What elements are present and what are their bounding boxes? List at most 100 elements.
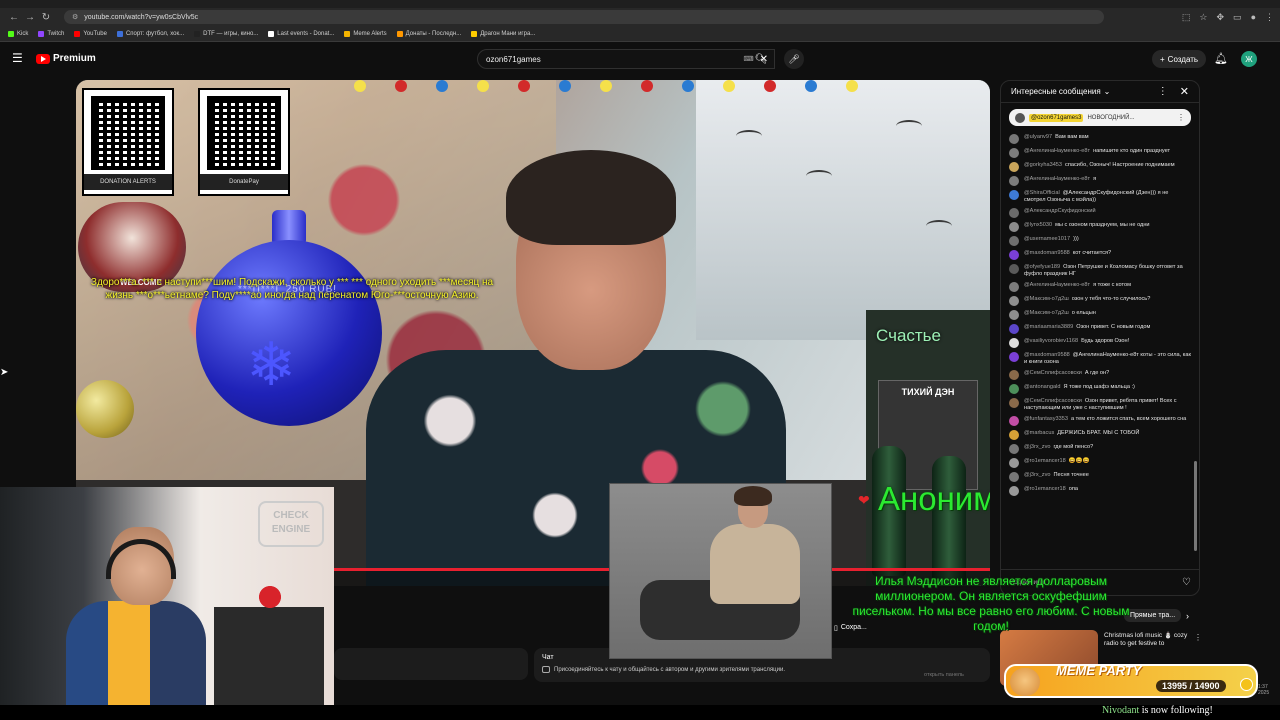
chat-message[interactable]: @gorkyha3453 спасибо, Озоныч! Настроение …	[1009, 162, 1191, 172]
chat-author[interactable]: @funfantasy3353	[1024, 416, 1068, 422]
chat-author[interactable]: @ofyefyue189	[1024, 264, 1060, 270]
chat-author[interactable]: @mariaamaria3889	[1024, 324, 1073, 330]
bottle	[932, 456, 966, 586]
chat-author[interactable]: @usernamee1017	[1024, 236, 1070, 242]
heart-react-icon[interactable]: ♡	[1182, 577, 1191, 588]
chat-message[interactable]: @mariaamaria3889 Озон привет. С новым год…	[1009, 324, 1191, 334]
bookmark-item[interactable]: Драгон Мани игра...	[471, 30, 535, 37]
chat-author[interactable]: @СемСплифсасовски	[1024, 370, 1082, 376]
chat-author[interactable]: @j3rx_zvo	[1024, 472, 1051, 478]
back-icon[interactable]: ←	[6, 9, 22, 25]
chat-author[interactable]: @gorkyha3453	[1024, 162, 1062, 168]
chat-message[interactable]: @vasiliyvorobiev1168 Будь здоров Озон!	[1009, 338, 1191, 348]
chat-message[interactable]: @j3rx_zvo Песня точнее	[1009, 472, 1191, 482]
chat-card-note: Присоединяйтесь к чату и общайтесь с авт…	[542, 666, 982, 673]
more-icon[interactable]: ⋮	[1194, 633, 1202, 642]
chat-author[interactable]: @АнгелинаНауменко-е8т	[1024, 176, 1090, 182]
youtube-logo[interactable]: Premium	[36, 53, 96, 64]
bookmark-item[interactable]: Last events - Donat...	[268, 30, 334, 37]
description-card[interactable]	[334, 648, 528, 680]
chat-author[interactable]: @Максим-о7д2ш	[1024, 296, 1069, 302]
chat-message[interactable]: @СемСплифсасовски Озон привет, ребята при…	[1009, 398, 1191, 412]
garland-ball	[354, 80, 366, 92]
more-icon[interactable]: ⋮	[1177, 113, 1185, 122]
sidebar-icon[interactable]: ▭	[1233, 12, 1242, 23]
chat-message[interactable]: @lynx5030 мы с озоном празднуем, мы не од…	[1009, 222, 1191, 232]
forward-icon[interactable]: →	[22, 9, 38, 25]
avatar	[1015, 112, 1025, 123]
chat-message[interactable]: @marbacus ДЕРЖИСЬ БРАТ. МЫ С ТОБОЙ	[1009, 430, 1191, 440]
chat-author[interactable]: @АлександрСкуфидонский	[1024, 208, 1096, 214]
chat-message[interactable]: @Максим-о7д2ш озон у тебя что-то случилос…	[1009, 296, 1191, 306]
chat-message[interactable]: @АнгелинаНауменко-е8т я	[1009, 176, 1191, 186]
chat-message[interactable]: @maxdoman9588 @АнгелинаНауменко-е8т коты …	[1009, 352, 1191, 366]
extensions-icon[interactable]: ✥	[1217, 12, 1225, 23]
star-icon[interactable]: ☆	[1199, 12, 1207, 23]
chat-message[interactable]: @Максим-о7д2ш о ельцын	[1009, 310, 1191, 320]
search-button[interactable]: 🔍︎	[746, 49, 776, 69]
bookmark-item[interactable]: Twitch	[38, 30, 64, 37]
chevron-down-icon[interactable]: ⌄	[1104, 87, 1111, 96]
chat-author[interactable]: @ro1emancer18	[1024, 458, 1066, 464]
chat-message[interactable]: @funfantasy3353 а тем кто ложится спать, …	[1009, 416, 1191, 426]
chat-message[interactable]: @usernamee1017)))	[1009, 236, 1191, 246]
chat-message[interactable]: @j3rx_zvo где мой пенсо?	[1009, 444, 1191, 454]
chat-message[interactable]: @ulyanv97 Вам вам вам	[1009, 134, 1191, 144]
avatar	[1009, 352, 1019, 362]
create-button[interactable]: + Создать	[1152, 50, 1207, 68]
notifications-bell-icon[interactable]: 🔔︎	[1214, 52, 1228, 65]
favicon-icon	[116, 30, 123, 37]
chat-message[interactable]: @АнгелинаНауменко-е8т напишите кто один п…	[1009, 148, 1191, 158]
chat-author[interactable]: @maxdoman9588	[1024, 250, 1070, 256]
chat-message[interactable]: @АлександрСкуфидонский	[1009, 208, 1191, 218]
streamer-webcam-figure	[66, 517, 206, 707]
chat-author[interactable]: @АнгелинаНауменко-е8т	[1024, 148, 1090, 154]
recommended-title[interactable]: Christmas lofi music ⛄ cozy radio to get…	[1104, 632, 1200, 648]
site-info-icon[interactable]: ⚙	[72, 13, 78, 21]
chat-message[interactable]: @СемСплифсасовски А где он?	[1009, 370, 1191, 380]
bookmark-item[interactable]: YouTube	[74, 30, 107, 37]
address-bar[interactable]: ⚙ youtube.com/watch?v=yw0sCbVlv5c	[64, 10, 1104, 24]
chat-author[interactable]: @j3rx_zvo	[1024, 444, 1051, 450]
chat-author[interactable]: @lynx5030	[1024, 222, 1052, 228]
menu-icon[interactable]: ⋮	[1265, 12, 1274, 23]
chat-author[interactable]: @ulyanv97	[1024, 134, 1052, 140]
bookmark-item[interactable]: Донаты - Последн...	[396, 30, 461, 37]
chat-message[interactable]: @maxdoman9588 кот считается?	[1009, 250, 1191, 260]
chat-author[interactable]: @Максим-о7д2ш	[1024, 310, 1069, 316]
profile-icon[interactable]: ●	[1251, 12, 1256, 23]
bookmark-item[interactable]: Спорт: футбол, хок...	[116, 30, 184, 37]
chat-author[interactable]: @maxdoman9588	[1024, 352, 1070, 358]
guide-menu-icon[interactable]: ☰	[12, 52, 23, 64]
chat-author[interactable]: @СемСплифсасовски	[1024, 398, 1082, 404]
avatar[interactable]: Ж	[1241, 51, 1257, 67]
chat-mode-selector[interactable]: Интересные сообщения	[1011, 87, 1101, 96]
bookmark-item[interactable]: Meme Alerts	[344, 30, 387, 37]
bookmark-item[interactable]: Kick	[8, 30, 28, 37]
voice-search-button[interactable]: 🎤︎	[784, 49, 804, 69]
chat-message[interactable]: @ro1emancer18 опа	[1009, 486, 1191, 496]
chat-author[interactable]: @АнгелинаНауменко-е8т	[1024, 282, 1090, 288]
open-panel-link[interactable]: открыть панель	[924, 672, 964, 678]
chat-author[interactable]: @marbacus	[1024, 430, 1054, 436]
chat-message[interactable]: @ShiraOfficial @АлександрСкуфидонский (Дз…	[1009, 190, 1191, 204]
chat-message[interactable]: @ofyefyue189 Озон Петрушке и Козломасу бо…	[1009, 264, 1191, 278]
more-icon[interactable]: ⋮	[1158, 86, 1168, 97]
chat-text: Я тоже под шафэ мальца :)	[1063, 384, 1135, 390]
chat-message[interactable]: @ro1emancer18 😄😄😄	[1009, 458, 1191, 468]
reload-icon[interactable]: ↻	[38, 9, 54, 25]
chat-scrollbar[interactable]	[1194, 461, 1197, 551]
chat-author[interactable]: @antonangald	[1024, 384, 1060, 390]
chat-author[interactable]: @vasiliyvorobiev1168	[1024, 338, 1078, 344]
close-icon[interactable]: ✕	[1180, 85, 1189, 98]
chat-message[interactable]: @АнгелинаНауменко-е8т я тоже с котом	[1009, 282, 1191, 292]
install-icon[interactable]: ⬚	[1182, 12, 1191, 23]
chat-text: Песня точнее	[1053, 472, 1089, 478]
pinned-message[interactable]: @ozon671games3 НОВОГОДНИЙ... ⋮	[1009, 109, 1191, 126]
chat-author[interactable]: @ShiraOfficial	[1024, 190, 1060, 196]
chevron-right-icon[interactable]: ›	[1186, 611, 1189, 621]
bookmark-item[interactable]: DTF — игры, кино...	[194, 30, 258, 37]
chat-message[interactable]: @antonangald Я тоже под шафэ мальца :)	[1009, 384, 1191, 394]
search-input[interactable]: ozon671games ⌨ ✕	[477, 49, 775, 69]
chat-author[interactable]: @ro1emancer18	[1024, 486, 1066, 492]
